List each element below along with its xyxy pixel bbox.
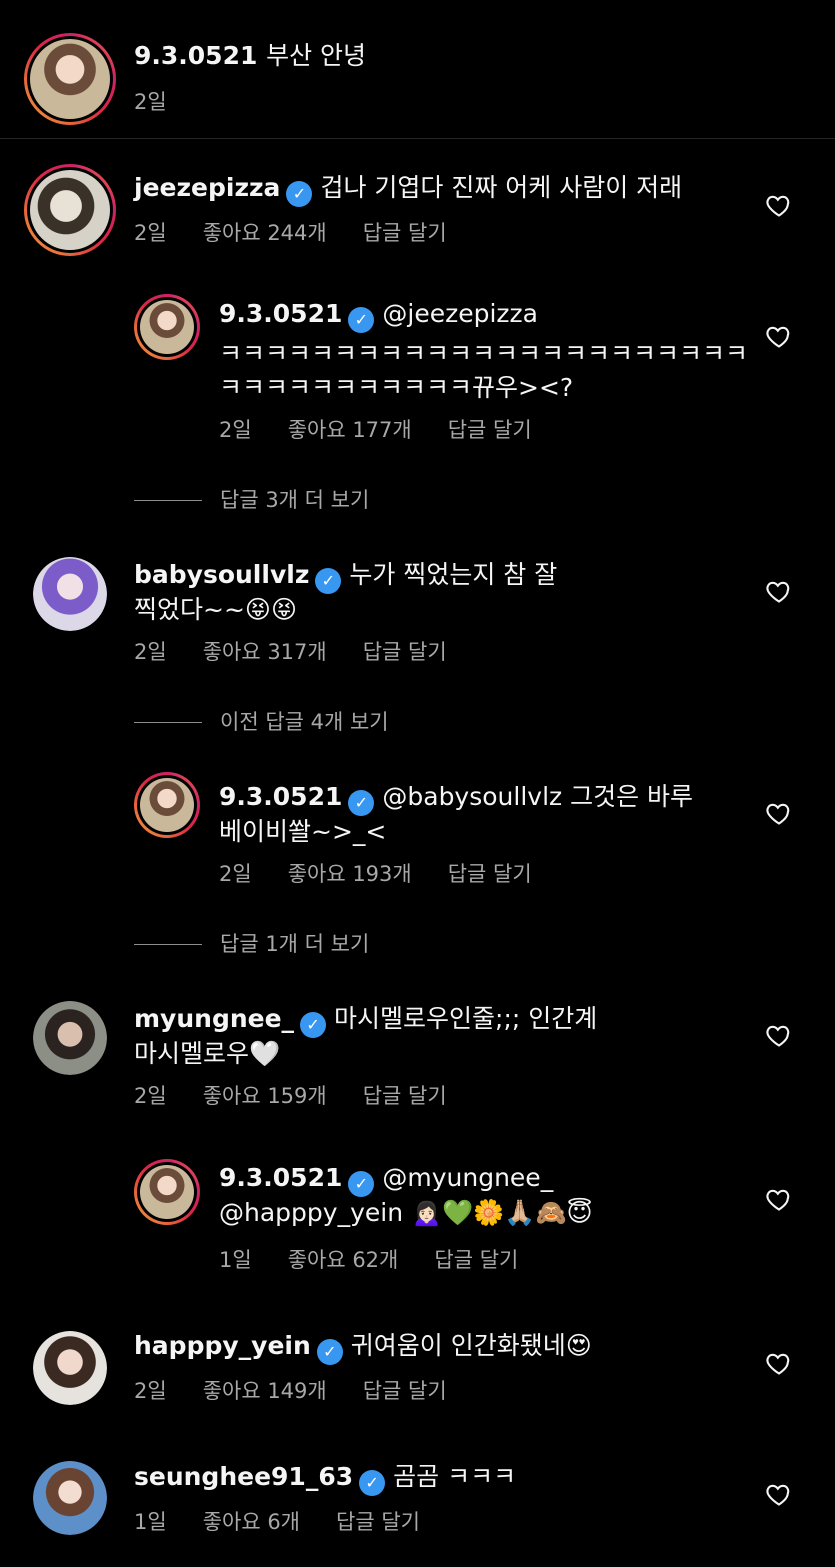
comment-line: babysoullvlz ✓ 누가 찍었는지 참 잘: [134, 555, 557, 594]
comment-line: myungnee_ ✓ 마시멜로우인줄;;; 인간계: [134, 999, 597, 1038]
view-more-replies[interactable]: 답글 3개 더 보기: [134, 484, 369, 514]
avatar[interactable]: [33, 1461, 107, 1535]
comment-meta: 2일 좋아요 193개 답글 달기: [219, 858, 568, 888]
username[interactable]: 9.3.0521: [219, 782, 342, 811]
post-caption: 9.3.0521 부산 안녕 2일: [0, 0, 835, 139]
comment-line: seunghee91_63 ✓ 곰곰 ㅋㅋㅋ: [134, 1457, 516, 1496]
like-count[interactable]: 좋아요 6개: [203, 1510, 300, 1534]
avatar[interactable]: [24, 33, 116, 125]
heart-outline-icon[interactable]: [764, 1021, 794, 1049]
verified-badge-icon: ✓: [359, 1470, 386, 1496]
comment-text: ㅋㅋㅋㅋㅋㅋㅋㅋㅋㅋㅋㅋㅋㅋㅋㅋㅋㅋㅋㅋㅋㅋㅋ: [219, 339, 749, 368]
view-more-label[interactable]: 답글 1개 더 보기: [220, 932, 369, 956]
comment-line: jeezepizza ✓ 겁나 기엽다 진짜 어케 사람이 저래: [134, 168, 682, 207]
like-count[interactable]: 좋아요 62개: [288, 1248, 399, 1272]
comment-text: 베이비쏼~>_<: [219, 817, 387, 846]
comment-line: 9.3.0521 ✓ @myungnee_: [219, 1163, 553, 1197]
avatar[interactable]: [33, 557, 107, 631]
like-count[interactable]: 좋아요 317개: [203, 640, 327, 664]
comment-text: @happpy_yein 🙍🏻‍♀️💚🌼🙏🏼🙈😇: [219, 1198, 593, 1227]
username[interactable]: 9.3.0521: [219, 299, 342, 328]
heart-outline-icon[interactable]: [764, 1349, 794, 1377]
comment-text: @babysoullvlz 그것은 바루: [382, 782, 694, 811]
username[interactable]: myungnee_: [134, 1004, 294, 1033]
avatar[interactable]: [134, 294, 200, 360]
username[interactable]: babysoullvlz: [134, 560, 309, 589]
comment-text: 귀여움이 인간화됐네😍: [350, 1331, 592, 1360]
username[interactable]: jeezepizza: [134, 173, 280, 202]
comment-time: 2일: [134, 640, 167, 664]
reply-button[interactable]: 답글 달기: [363, 1084, 447, 1108]
comment-meta: 2일 좋아요 159개 답글 달기: [134, 1080, 483, 1110]
comment-meta: 2일 좋아요 149개 답글 달기: [134, 1375, 483, 1405]
heart-outline-icon[interactable]: [764, 1480, 794, 1508]
comment-text: 마시멜로우인줄;;; 인간계: [334, 1004, 598, 1033]
avatar[interactable]: [134, 1159, 200, 1225]
verified-badge-icon: ✓: [286, 181, 313, 207]
caption-body: 부산 안녕: [266, 41, 367, 70]
reply-button[interactable]: 답글 달기: [363, 1379, 447, 1403]
view-more-replies[interactable]: 답글 1개 더 보기: [134, 928, 369, 958]
comment-time: 2일: [134, 1379, 167, 1403]
reply-button[interactable]: 답글 달기: [363, 640, 447, 664]
comment-time: 2일: [134, 1084, 167, 1108]
verified-badge-icon: ✓: [315, 568, 342, 594]
comment-time: 1일: [134, 1510, 167, 1534]
like-count[interactable]: 좋아요 177개: [288, 418, 412, 442]
verified-badge-icon: ✓: [348, 307, 375, 333]
comment-time: 2일: [219, 862, 252, 886]
heart-outline-icon[interactable]: [764, 322, 794, 350]
comment-time: 1일: [219, 1248, 252, 1272]
username[interactable]: 9.3.0521: [219, 1163, 342, 1192]
like-count[interactable]: 좋아요 244개: [203, 221, 327, 245]
comment-meta: 1일 좋아요 62개 답글 달기: [219, 1244, 554, 1274]
username[interactable]: 9.3.0521: [134, 41, 257, 70]
like-count[interactable]: 좋아요 159개: [203, 1084, 327, 1108]
mention-link[interactable]: @jeezepizza: [382, 299, 538, 328]
comment-text: 누가 찍었는지 참 잘: [349, 560, 558, 589]
comment-time: 2일: [134, 221, 167, 245]
comment-text: 겁나 기엽다 진짜 어케 사람이 저래: [320, 173, 683, 202]
comment-meta: 2일 좋아요 244개 답글 달기: [134, 217, 483, 247]
comment-text: ㅋㅋㅋㅋㅋㅋㅋㅋㅋㅋㅋ뀨우><?: [219, 373, 574, 402]
view-previous-replies[interactable]: 이전 답글 4개 보기: [134, 706, 389, 736]
username[interactable]: seunghee91_63: [134, 1462, 353, 1491]
caption-text: 9.3.0521 부산 안녕: [134, 36, 366, 72]
comment-text: 마시멜로우🤍: [134, 1039, 281, 1068]
like-count[interactable]: 좋아요 149개: [203, 1379, 327, 1403]
reply-button[interactable]: 답글 달기: [434, 1248, 518, 1272]
comment-line: happpy_yein ✓ 귀여움이 인간화됐네😍: [134, 1326, 592, 1365]
heart-outline-icon[interactable]: [764, 577, 794, 605]
reply-button[interactable]: 답글 달기: [448, 862, 532, 886]
heart-outline-icon[interactable]: [764, 191, 794, 219]
view-more-label[interactable]: 이전 답글 4개 보기: [220, 710, 389, 734]
reply-button[interactable]: 답글 달기: [336, 1510, 420, 1534]
reply-button[interactable]: 답글 달기: [363, 221, 447, 245]
verified-badge-icon: ✓: [300, 1012, 327, 1038]
comment-meta: 1일 좋아요 6개 답글 달기: [134, 1506, 456, 1536]
reply-button[interactable]: 답글 달기: [448, 418, 532, 442]
avatar[interactable]: [24, 164, 116, 256]
like-count[interactable]: 좋아요 193개: [288, 862, 412, 886]
avatar[interactable]: [33, 1331, 107, 1405]
heart-outline-icon[interactable]: [764, 1185, 794, 1213]
username[interactable]: happpy_yein: [134, 1331, 311, 1360]
comment-time: 2일: [219, 418, 252, 442]
avatar[interactable]: [134, 772, 200, 838]
caption-time: 2일: [134, 90, 167, 114]
verified-badge-icon: ✓: [316, 1339, 343, 1365]
heart-outline-icon[interactable]: [764, 799, 794, 827]
comment-text: 찍었다~~😝😝: [134, 595, 298, 624]
verified-badge-icon: ✓: [348, 1171, 375, 1197]
comment-meta: 2일 좋아요 317개 답글 달기: [134, 636, 483, 666]
avatar[interactable]: [33, 1001, 107, 1075]
mention-link[interactable]: @myungnee_: [382, 1163, 553, 1192]
comment-text: 곰곰 ㅋㅋㅋ: [393, 1462, 517, 1491]
comment-meta: 2일 좋아요 177개 답글 달기: [219, 414, 568, 444]
comment-line: 9.3.0521 ✓ @babysoullvlz 그것은 바루: [219, 777, 693, 816]
view-more-label[interactable]: 답글 3개 더 보기: [220, 488, 369, 512]
comment-line: 9.3.0521 ✓ @jeezepizza: [219, 299, 538, 333]
